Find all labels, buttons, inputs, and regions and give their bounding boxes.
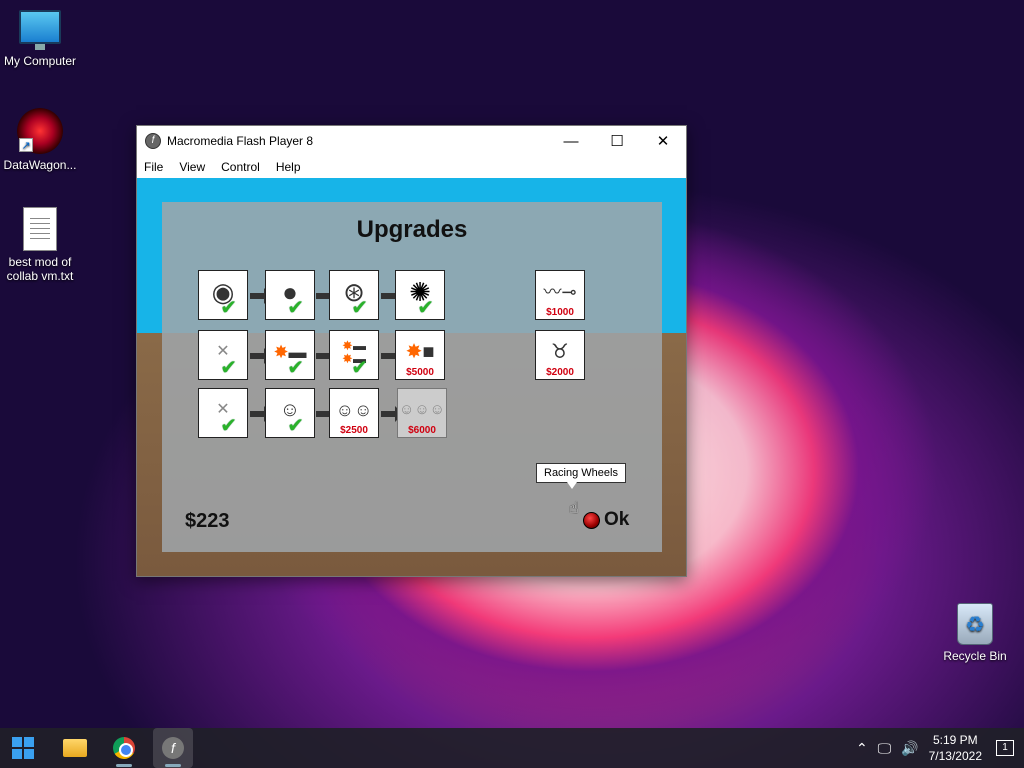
desktop-icon-label: My Computer [3,54,77,68]
desktop-icon-label: best mod of collab vm.txt [6,255,74,283]
upgrade-crew-one[interactable]: ☺ ✔ [265,388,315,438]
upgrade-rocket-large[interactable]: ✸■ $5000 [395,330,445,380]
red-button-icon [583,511,600,529]
rocket-large-icon: ✸■ [405,341,435,363]
window-titlebar[interactable]: f Macromedia Flash Player 8 — ☐ ✕ [137,126,686,156]
upgrades-panel: Upgrades ◉ ✔ ● ✔ ⊛ ✔ ✺ ✔ ✕ ✔ ✸▬ ✔ ✸▬ ✸▬ … [162,202,662,552]
hand-cursor-icon: ☝ [569,500,579,517]
arrow-icon [250,348,272,364]
sunburst-app-icon: ↗ [17,108,63,154]
upgrade-rocket-double[interactable]: ✸▬ ✸▬ ✔ [329,330,379,380]
spring-launcher-icon: 〰⊸ [543,282,577,302]
taskbar: f ⌃ 🖵 🔊 5:19 PM 7/13/2022 1 [0,728,1024,768]
upgrade-wheel-round[interactable]: ● ✔ [265,270,315,320]
upgrade-rocket-small[interactable]: ✸▬ ✔ [265,330,315,380]
upgrade-wheel-spoked[interactable]: ⊛ ✔ [329,270,379,320]
ok-button[interactable]: Ok [583,509,629,531]
running-indicator [116,764,132,767]
check-icon: ✔ [287,357,304,379]
desktop-icon-recycle-bin[interactable]: ♻ Recycle Bin [935,603,1015,663]
flash-player-icon: f [162,737,184,759]
two-people-icon: ☺☺ [335,400,373,420]
arrow-icon [381,406,403,422]
price-label: $2500 [340,425,368,436]
check-icon: ✔ [220,415,237,437]
upgrade-rocket-none[interactable]: ✕ ✔ [198,330,248,380]
close-button[interactable]: ✕ [640,126,686,156]
check-icon: ✔ [417,297,434,319]
shortcut-arrow-icon: ↗ [19,138,33,152]
network-icon[interactable]: 🖵 [878,740,892,757]
running-indicator [165,764,181,767]
clock[interactable]: 5:19 PM 7/13/2022 [929,732,982,764]
start-icon [12,737,34,759]
price-label: $1000 [546,307,574,318]
system-tray: ⌃ 🖵 🔊 5:19 PM 7/13/2022 1 [856,728,1024,768]
text-file-icon [23,207,57,251]
price-label: $5000 [406,367,434,378]
tooltip: Racing Wheels [536,463,626,489]
check-icon: ✔ [220,297,237,319]
notification-icon[interactable]: 1 [996,740,1014,756]
check-icon: ✔ [287,415,304,437]
taskbar-flash-player[interactable]: f [153,728,193,768]
menu-view[interactable]: View [179,160,205,174]
ok-label: Ok [604,509,630,530]
taskbar-file-explorer[interactable] [55,728,95,768]
menu-help[interactable]: Help [276,160,301,174]
minimize-button[interactable]: — [548,126,594,156]
flash-app-icon: f [145,133,161,149]
upgrade-wheel-basic[interactable]: ◉ ✔ [198,270,248,320]
desktop-icon-label: DataWagon... [3,158,77,172]
monitor-icon [19,10,61,50]
check-icon: ✔ [220,357,237,379]
upgrade-spring-launcher[interactable]: 〰⊸ $1000 [535,270,585,320]
chrome-icon [113,737,135,759]
desktop-icon-text-file[interactable]: best mod of collab vm.txt [0,207,80,283]
check-icon: ✔ [351,357,368,379]
upgrade-robot-helper[interactable]: ♉ $2000 [535,330,585,380]
window-title: Macromedia Flash Player 8 [167,134,314,148]
upgrade-crew-none[interactable]: ✕ ✔ [198,388,248,438]
check-icon: ✔ [287,297,304,319]
volume-icon[interactable]: 🔊 [901,740,918,757]
desktop-icon-datawagon[interactable]: ↗ DataWagon... [0,108,80,172]
three-people-icon: ☺☺☺ [399,401,445,418]
flash-stage: Upgrades ◉ ✔ ● ✔ ⊛ ✔ ✺ ✔ ✕ ✔ ✸▬ ✔ ✸▬ ✸▬ … [137,178,686,576]
file-explorer-icon [63,739,87,757]
menu-control[interactable]: Control [221,160,260,174]
maximize-button[interactable]: ☐ [594,126,640,156]
upgrade-crew-three[interactable]: ☺☺☺ $6000 [397,388,447,438]
clock-date: 7/13/2022 [928,749,982,763]
clock-time: 5:19 PM [932,733,978,747]
taskbar-chrome[interactable] [104,728,144,768]
price-label: $2000 [546,367,574,378]
arrow-icon [250,288,272,304]
start-button[interactable] [3,728,43,768]
check-icon: ✔ [351,297,368,319]
flash-player-window: f Macromedia Flash Player 8 — ☐ ✕ File V… [136,125,687,577]
recycle-bin-icon: ♻ [957,603,993,645]
upgrade-wheel-racing[interactable]: ✺ ✔ [395,270,445,320]
chevron-up-icon[interactable]: ⌃ [856,740,868,757]
arrow-icon [250,406,272,422]
menu-file[interactable]: File [144,160,163,174]
price-label: $6000 [408,425,436,436]
desktop-icon-label: Recycle Bin [943,649,1007,663]
menu-bar: File View Control Help [137,156,686,178]
upgrades-title: Upgrades [356,216,468,243]
upgrade-crew-two[interactable]: ☺☺ $2500 [329,388,379,438]
money-balance: $223 [185,510,230,532]
desktop-icon-my-computer[interactable]: My Computer [0,10,80,68]
robot-helper-icon: ♉ [551,341,569,363]
